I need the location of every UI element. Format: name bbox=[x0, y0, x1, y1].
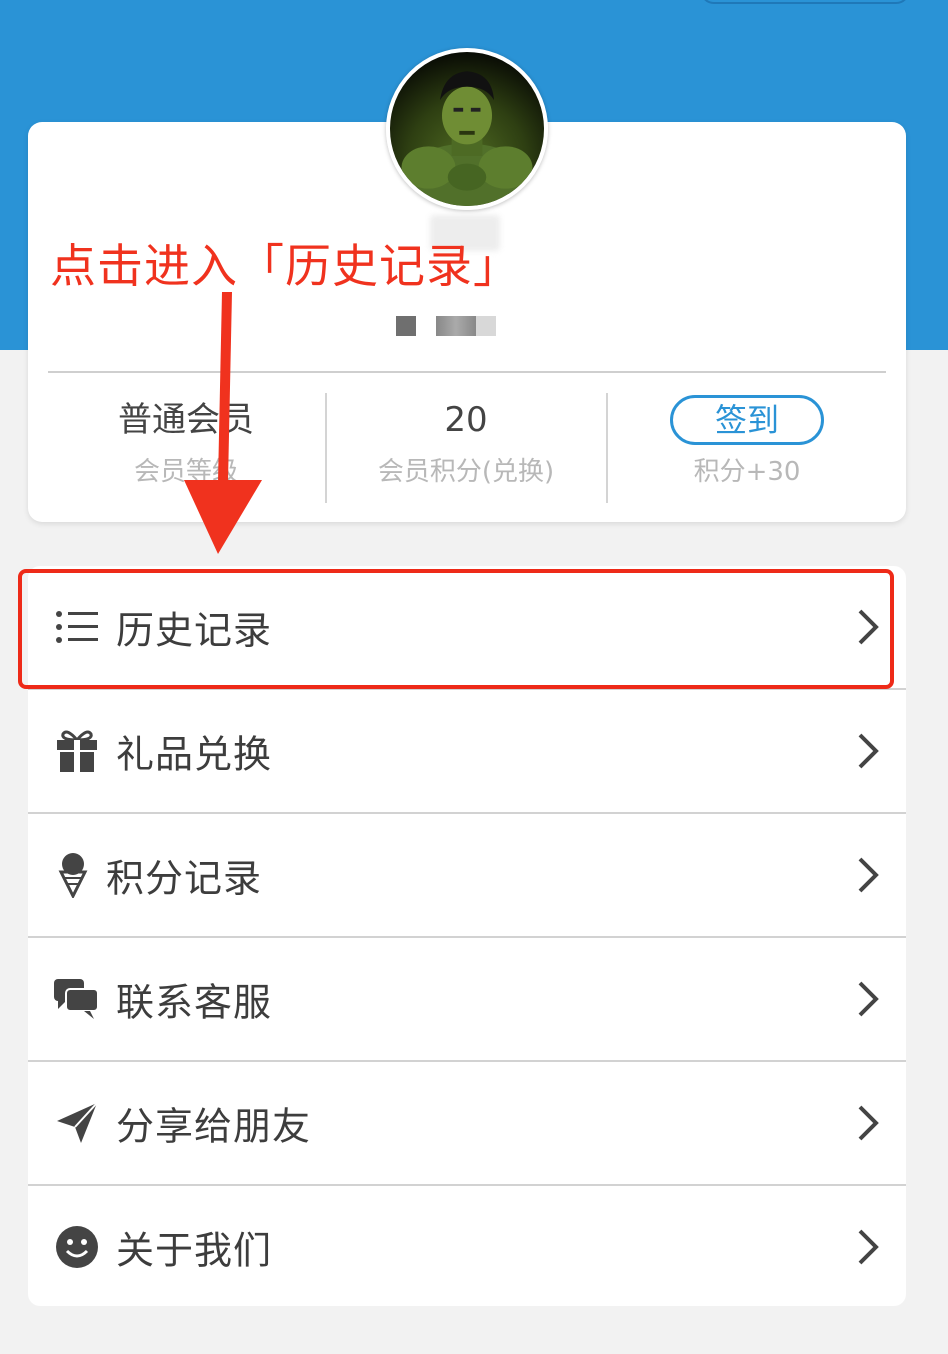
annotation-arrow-icon bbox=[184, 292, 262, 554]
menu-item-points-record[interactable]: 积分记录 bbox=[28, 814, 906, 936]
annotation-instruction: 点击进入「历史记录」 bbox=[50, 239, 520, 293]
member-points-value: 20 bbox=[444, 400, 488, 440]
gift-icon bbox=[54, 728, 100, 774]
menu-item-customer-service[interactable]: 联系客服 bbox=[28, 938, 906, 1060]
menu-item-label: 分享给朋友 bbox=[116, 1104, 312, 1149]
user-id-redacted bbox=[436, 316, 476, 336]
user-id-redacted bbox=[476, 316, 496, 336]
menu-item-gift-exchange[interactable]: 礼品兑换 bbox=[28, 690, 906, 812]
paper-plane-icon bbox=[54, 1100, 100, 1146]
menu-item-about-us[interactable]: 关于我们 bbox=[28, 1186, 906, 1308]
chevron-right-icon bbox=[858, 981, 879, 1017]
smiley-icon bbox=[54, 1224, 100, 1270]
menu-item-label: 联系客服 bbox=[116, 980, 273, 1025]
chevron-right-icon bbox=[858, 1105, 879, 1141]
menu-item-label: 关于我们 bbox=[116, 1228, 273, 1273]
checkin-button[interactable]: 签到 bbox=[670, 395, 824, 445]
chevron-right-icon bbox=[858, 1229, 879, 1265]
member-points-stat[interactable]: 20 会员积分(兑换) bbox=[326, 395, 606, 505]
top-pill-button[interactable] bbox=[700, 0, 910, 4]
checkin-stat: 签到 积分+30 bbox=[607, 395, 887, 505]
chat-bubbles-icon bbox=[54, 976, 100, 1022]
avatar-image bbox=[391, 71, 543, 206]
checkin-reward-label: 积分+30 bbox=[693, 457, 801, 487]
menu-item-label: 积分记录 bbox=[106, 856, 263, 901]
user-id-redacted bbox=[396, 316, 416, 336]
menu-item-share[interactable]: 分享给朋友 bbox=[28, 1062, 906, 1184]
member-points-label: 会员积分(兑换) bbox=[377, 457, 555, 487]
chevron-right-icon bbox=[858, 857, 879, 893]
avatar[interactable] bbox=[386, 48, 548, 210]
annotation-highlight-box bbox=[18, 569, 894, 689]
ice-cream-icon bbox=[50, 852, 96, 898]
chevron-right-icon bbox=[858, 733, 879, 769]
menu-item-label: 礼品兑换 bbox=[116, 732, 273, 777]
